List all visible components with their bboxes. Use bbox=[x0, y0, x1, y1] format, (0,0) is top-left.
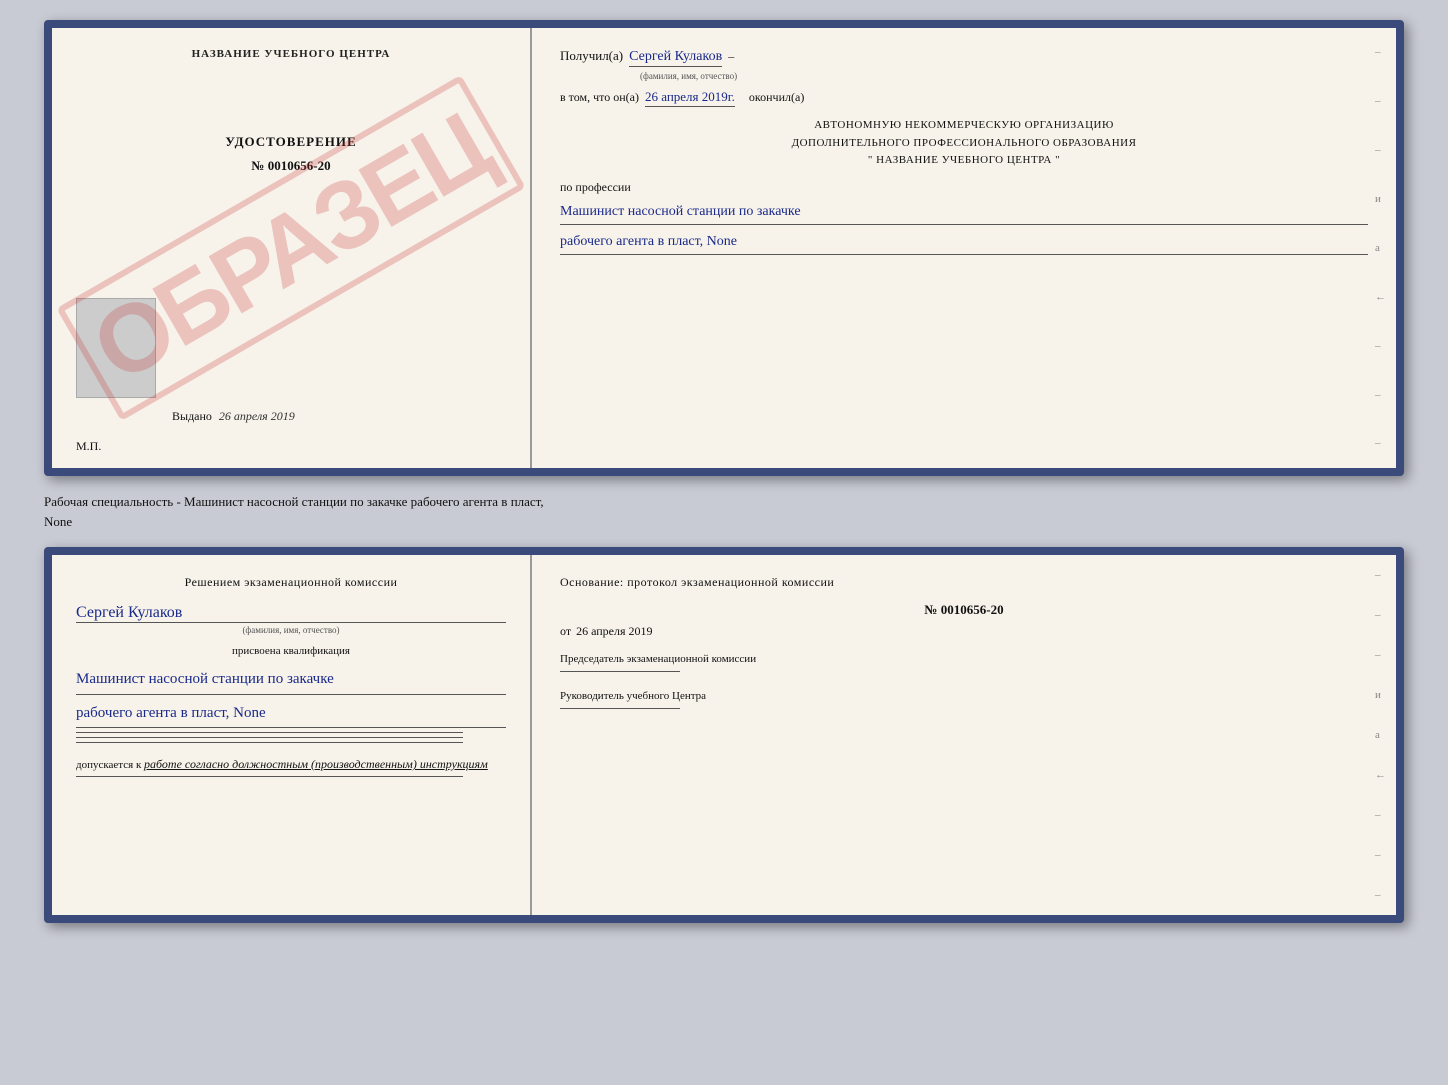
ot-prefix: от bbox=[560, 624, 571, 638]
cert-top-right: Получил(а) Сергей Кулаков – (фамилия, им… bbox=[532, 28, 1396, 468]
ot-date: 26 апреля 2019 bbox=[576, 624, 652, 638]
dopuskaetsya-prefix: допускается к bbox=[76, 759, 141, 771]
komissia-title: Решением экзаменационной комиссии bbox=[76, 575, 506, 590]
photo-placeholder bbox=[76, 298, 156, 398]
top-certificate: НАЗВАНИЕ УЧЕБНОГО ЦЕНТРА ОБРАЗЕЦ УДОСТОВ… bbox=[44, 20, 1404, 476]
poluchil-line: Получил(а) Сергей Кулаков – bbox=[560, 48, 1368, 67]
familiya-hint: (фамилия, имя, отчество) bbox=[640, 71, 1368, 81]
org-block: АВТОНОМНУЮ НЕКОММЕРЧЕСКУЮ ОРГАНИЗАЦИЮ ДО… bbox=[560, 117, 1368, 170]
vtom-prefix: в том, что он(а) bbox=[560, 90, 639, 105]
specialty-text-block: Рабочая специальность - Машинист насосно… bbox=[44, 488, 1404, 535]
specialty-text-main: Рабочая специальность - Машинист насосно… bbox=[44, 494, 544, 509]
vydano-date: 26 апреля 2019 bbox=[219, 409, 295, 423]
rukovoditel-block: Руководитель учебного Центра bbox=[560, 690, 1368, 709]
protocol-number: № 0010656-20 bbox=[560, 602, 1368, 618]
cert-bottom-right: Основание: протокол экзаменационной коми… bbox=[532, 555, 1396, 915]
vtom-date: 26 апреля 2019г. bbox=[645, 89, 735, 107]
org-line1: АВТОНОМНУЮ НЕКОММЕРЧЕСКУЮ ОРГАНИЗАЦИЮ bbox=[560, 117, 1368, 135]
bottom-certificate: Решением экзаменационной комиссии Сергей… bbox=[44, 547, 1404, 923]
rukovoditel-sig-line bbox=[560, 708, 680, 709]
bottom-line-1 bbox=[76, 732, 463, 733]
udost-number: № 0010656-20 bbox=[76, 158, 506, 174]
org-line3: " НАЗВАНИЕ УЧЕБНОГО ЦЕНТРА " bbox=[560, 152, 1368, 170]
profession-line1: Машинист насосной станции по закачке bbox=[560, 199, 1368, 225]
bottom-line-4 bbox=[76, 776, 463, 777]
name-hint: (фамилия, имя, отчество) bbox=[76, 625, 506, 635]
cert-school-title: НАЗВАНИЕ УЧЕБНОГО ЦЕНТРА bbox=[76, 48, 506, 60]
po-professii: по профессии bbox=[560, 180, 631, 194]
osnov-title: Основание: протокол экзаменационной коми… bbox=[560, 575, 1368, 590]
profession-block: по профессии Машинист насосной станции п… bbox=[560, 180, 1368, 255]
dopuskaetsya-text: работе согласно должностным (производств… bbox=[144, 757, 488, 771]
profession-line2: рабочего агента в пласт, None bbox=[560, 229, 1368, 255]
poluchil-name: Сергей Кулаков bbox=[629, 49, 722, 67]
poluchil-prefix: Получил(а) bbox=[560, 48, 623, 64]
bottom-line-2 bbox=[76, 737, 463, 738]
org-line2: ДОПОЛНИТЕЛЬНОГО ПРОФЕССИОНАЛЬНОГО ОБРАЗО… bbox=[560, 135, 1368, 153]
dash1: – bbox=[728, 49, 734, 64]
right-side-marks-top: – – – и а ← – – – bbox=[1375, 28, 1386, 468]
prisvoyena: присвоена квалификация bbox=[76, 645, 506, 657]
vydano-line: Выдано 26 апреля 2019 bbox=[172, 409, 295, 424]
cert-bottom-left: Решением экзаменационной комиссии Сергей… bbox=[52, 555, 532, 915]
predsedatel-sig-line bbox=[560, 671, 680, 672]
person-name: Сергей Кулаков bbox=[76, 604, 506, 623]
dopuskaetsya-block: допускается к работе согласно должностны… bbox=[76, 757, 506, 772]
specialty-text-none: None bbox=[44, 514, 72, 529]
bottom-line-3 bbox=[76, 742, 463, 743]
protocol-date: от 26 апреля 2019 bbox=[560, 624, 1368, 639]
cert-top-left: НАЗВАНИЕ УЧЕБНОГО ЦЕНТРА ОБРАЗЕЦ УДОСТОВ… bbox=[52, 28, 532, 468]
kvalif-line2: рабочего агента в пласт, None bbox=[76, 699, 506, 729]
predsedatel-label: Председатель экзаменационной комиссии bbox=[560, 653, 1368, 665]
rukovoditel-label: Руководитель учебного Центра bbox=[560, 690, 1368, 702]
vtom-line: в том, что он(а) 26 апреля 2019г. окончи… bbox=[560, 89, 1368, 107]
kvalif-line1: Машинист насосной станции по закачке bbox=[76, 665, 506, 695]
mp-label: М.П. bbox=[76, 439, 101, 454]
predsedatel-block: Председатель экзаменационной комиссии bbox=[560, 653, 1368, 672]
udost-label: УДОСТОВЕРЕНИЕ bbox=[76, 134, 506, 150]
okonchil: окончил(а) bbox=[749, 90, 804, 105]
right-side-marks-bottom: – – – и а ← – – – bbox=[1375, 555, 1386, 915]
vydano-prefix: Выдано bbox=[172, 409, 212, 423]
